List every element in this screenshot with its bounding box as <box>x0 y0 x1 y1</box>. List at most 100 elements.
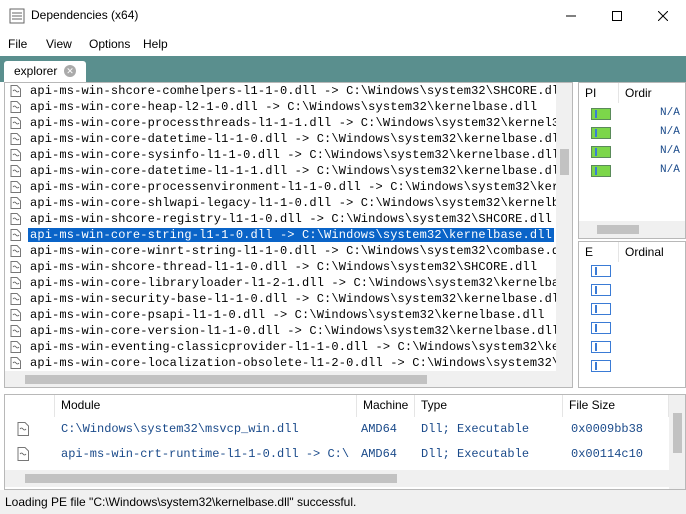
module-file-icon <box>10 357 21 369</box>
imports-horizontal-scrollbar[interactable] <box>579 221 685 238</box>
export-row[interactable] <box>579 319 685 338</box>
imports-col-pi[interactable]: PI <box>579 83 619 103</box>
export-row[interactable] <box>579 262 685 281</box>
menu-bar: File View Options Help <box>0 31 686 56</box>
tree-row[interactable]: api-ms-win-core-heap-l2-1-0.dll -> C:\Wi… <box>5 99 556 115</box>
tree-row-label: api-ms-win-core-processenvironment-l1-1-… <box>30 180 556 194</box>
maximize-button[interactable] <box>594 0 640 31</box>
modules-list[interactable]: Module Machine Type File Size C:\Windows… <box>4 394 686 490</box>
modules-col-icon[interactable] <box>5 395 55 417</box>
status-text: Loading PE file "C:\Windows\system32\ker… <box>5 495 357 509</box>
module-file-icon <box>10 117 21 129</box>
import-function-icon <box>591 108 611 120</box>
exports-pane[interactable]: E Ordinal <box>578 241 686 388</box>
minimize-button[interactable] <box>548 0 594 31</box>
module-file-icon <box>10 101 21 113</box>
export-row[interactable] <box>579 357 685 376</box>
import-row[interactable]: N/A <box>579 124 685 143</box>
module-file-icon <box>10 197 21 209</box>
minimize-icon <box>566 15 576 16</box>
tree-row[interactable]: api-ms-win-core-processenvironment-l1-1-… <box>5 179 556 195</box>
title-bar: Dependencies (x64) <box>0 0 686 31</box>
module-file-icon <box>10 213 21 225</box>
export-row[interactable] <box>579 300 685 319</box>
tree-row[interactable]: api-ms-win-shcore-registry-l1-1-0.dll ->… <box>5 211 556 227</box>
exports-col-e[interactable]: E <box>579 242 619 262</box>
export-function-icon <box>591 303 611 315</box>
tree-row-label: api-ms-win-core-version-l1-1-0.dll -> C:… <box>30 324 556 338</box>
tree-row[interactable]: api-ms-win-shcore-comhelpers-l1-1-0.dll … <box>5 83 556 99</box>
module-file-icon <box>17 422 29 436</box>
tree-horizontal-thumb[interactable] <box>25 375 427 384</box>
imports-col-ordinal[interactable]: Ordir <box>619 83 685 103</box>
module-file-icon <box>10 229 21 241</box>
modules-col-type[interactable]: Type <box>415 395 563 417</box>
tree-row[interactable]: api-ms-win-core-sysinfo-l1-1-0.dll -> C:… <box>5 147 556 163</box>
tree-row[interactable]: api-ms-win-eventing-classicprovider-l1-1… <box>5 339 556 355</box>
imports-horizontal-thumb[interactable] <box>597 225 639 234</box>
tab-close-icon[interactable]: ✕ <box>64 65 76 77</box>
tree-row[interactable]: api-ms-win-security-base-l1-1-0.dll -> C… <box>5 291 556 307</box>
tree-row-label: api-ms-win-core-shlwapi-legacy-l1-1-0.dl… <box>30 196 556 210</box>
modules-col-file-size[interactable]: File Size <box>563 395 669 417</box>
import-ordinal: N/A <box>660 126 680 138</box>
module-row[interactable]: api-ms-win-crt-runtime-l1-1-0.dll -> C:\… <box>5 442 669 467</box>
tree-horizontal-scrollbar[interactable] <box>5 371 572 387</box>
module-file-icon <box>10 133 21 145</box>
menu-help[interactable]: Help <box>143 37 168 51</box>
import-row[interactable]: N/A <box>579 143 685 162</box>
modules-vertical-thumb[interactable] <box>673 413 682 453</box>
module-machine: AMD64 <box>361 447 398 461</box>
modules-col-module[interactable]: Module <box>55 395 357 417</box>
export-function-icon <box>591 341 611 353</box>
tree-row[interactable]: api-ms-win-core-libraryloader-l1-2-1.dll… <box>5 275 556 291</box>
tree-row[interactable]: api-ms-win-core-string-l1-1-0.dll -> C:\… <box>5 227 556 243</box>
imports-pane[interactable]: PI Ordir N/A N/A N/A N/A <box>578 82 686 239</box>
export-row[interactable] <box>579 338 685 357</box>
import-row[interactable]: N/A <box>579 105 685 124</box>
import-ordinal: N/A <box>660 145 680 157</box>
module-file-size: 0x00114c10 <box>571 447 644 461</box>
modules-horizontal-scrollbar[interactable] <box>5 470 669 487</box>
module-file-icon <box>10 149 21 161</box>
tab-explorer[interactable]: explorer ✕ <box>4 61 86 82</box>
tree-row[interactable]: api-ms-win-core-version-l1-1-0.dll -> C:… <box>5 323 556 339</box>
tab-label: explorer <box>14 64 58 78</box>
import-ordinal: N/A <box>660 164 680 176</box>
menu-options[interactable]: Options <box>89 37 130 51</box>
tree-row[interactable]: api-ms-win-core-shlwapi-legacy-l1-1-0.dl… <box>5 195 556 211</box>
tree-row-label: api-ms-win-security-base-l1-1-0.dll -> C… <box>30 292 556 306</box>
tree-row[interactable]: api-ms-win-core-processthreads-l1-1-1.dl… <box>5 115 556 131</box>
modules-vertical-scrollbar[interactable] <box>669 395 685 489</box>
dependency-tree[interactable]: api-ms-win-shcore-comhelpers-l1-1-0.dll … <box>4 82 573 388</box>
tree-row-label: api-ms-win-shcore-comhelpers-l1-1-0.dll … <box>30 84 556 98</box>
import-row[interactable]: N/A <box>579 162 685 181</box>
tree-row[interactable]: api-ms-win-shcore-thread-l1-1-0.dll -> C… <box>5 259 556 275</box>
modules-col-machine[interactable]: Machine <box>357 395 415 417</box>
close-button[interactable] <box>640 0 686 31</box>
tree-vertical-thumb[interactable] <box>560 149 569 175</box>
modules-horizontal-thumb[interactable] <box>25 474 397 483</box>
menu-view[interactable]: View <box>46 37 72 51</box>
tree-row[interactable]: api-ms-win-core-localization-obsolete-l1… <box>5 355 556 371</box>
status-bar: Loading PE file "C:\Windows\system32\ker… <box>0 490 686 514</box>
tree-row-label: api-ms-win-eventing-classicprovider-l1-1… <box>30 340 556 354</box>
module-path: C:\Windows\system32\msvcp_win.dll <box>61 422 299 436</box>
exports-col-ordinal[interactable]: Ordinal <box>619 242 685 262</box>
module-file-icon <box>10 293 21 305</box>
tree-row-label: api-ms-win-core-libraryloader-l1-2-1.dll… <box>30 276 556 290</box>
menu-file[interactable]: File <box>8 37 27 51</box>
tree-row[interactable]: api-ms-win-core-psapi-l1-1-0.dll -> C:\W… <box>5 307 556 323</box>
module-file-icon <box>10 261 21 273</box>
tree-vertical-scrollbar[interactable] <box>556 83 572 371</box>
module-file-icon <box>10 277 21 289</box>
import-function-icon <box>591 127 611 139</box>
module-machine: AMD64 <box>361 422 398 436</box>
export-row[interactable] <box>579 281 685 300</box>
tree-row-label: api-ms-win-core-processthreads-l1-1-1.dl… <box>30 116 556 130</box>
tree-row[interactable]: api-ms-win-core-datetime-l1-1-1.dll -> C… <box>5 163 556 179</box>
tree-row[interactable]: api-ms-win-core-winrt-string-l1-1-0.dll … <box>5 243 556 259</box>
import-ordinal: N/A <box>660 107 680 119</box>
tree-row[interactable]: api-ms-win-core-datetime-l1-1-0.dll -> C… <box>5 131 556 147</box>
module-row[interactable]: C:\Windows\system32\msvcp_win.dll AMD64 Dl… <box>5 417 669 442</box>
